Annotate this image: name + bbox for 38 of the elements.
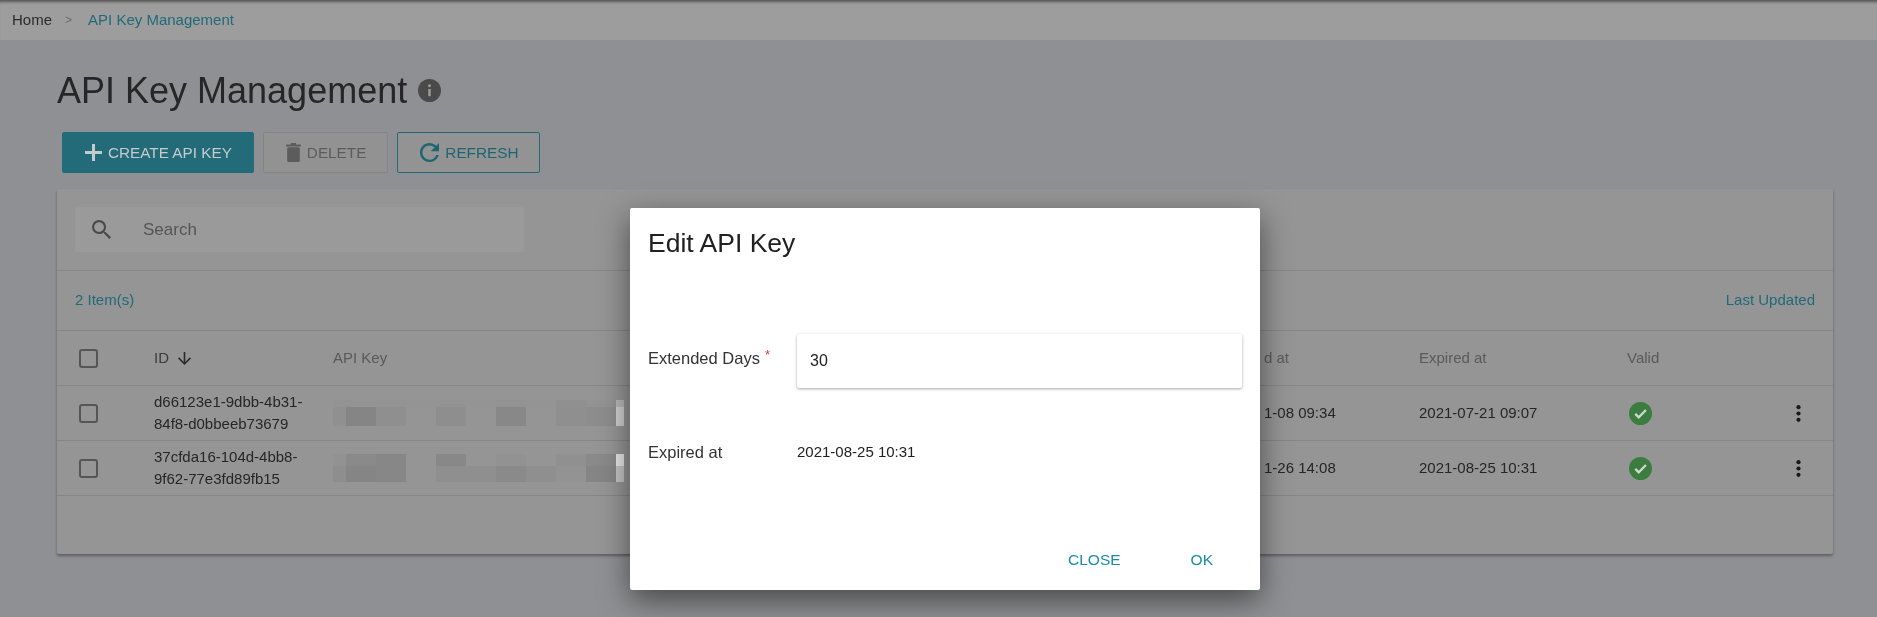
last-updated-link[interactable]: Last Updated	[1725, 289, 1815, 312]
row-checkbox[interactable]	[79, 458, 98, 478]
item-count: 2 Item(s)	[75, 290, 135, 311]
dialog-button[interactable]: CLOSE	[1052, 541, 1137, 579]
breadcrumb-separator: >	[65, 12, 73, 29]
row-checkbox[interactable]	[79, 403, 98, 423]
create-button[interactable]: CREATE API KEY	[62, 132, 254, 173]
expiry-date-text: 2021-08-25 10:31	[1419, 458, 1538, 476]
refresh-icon	[420, 143, 440, 162]
key-id-text: 37cfda16-104d-4bb8-9f62-77e3fd89fb15	[154, 447, 299, 489]
sort-arrow-icon[interactable]	[178, 351, 191, 365]
trash-icon	[285, 143, 301, 162]
three-dots-icon[interactable]	[1795, 404, 1801, 422]
field-label: Extended Days	[648, 349, 760, 367]
breadcrumb-current[interactable]: API Key Management	[88, 8, 234, 32]
page-title: API Key Management	[57, 69, 408, 112]
field-label: Expired at	[648, 443, 723, 461]
created-date-text: 1-08 09:34	[1264, 403, 1336, 421]
expiry-date-text: 2021-08-25 10:31	[797, 442, 916, 462]
required-mark: *	[764, 347, 770, 362]
expiry-date-text: 2021-07-21 09:07	[1419, 403, 1538, 421]
column-header[interactable]: API Key	[333, 346, 388, 370]
extended-days-input[interactable]: 30	[797, 334, 1242, 388]
column-header[interactable]: ID	[154, 346, 169, 370]
created-date-text: 1-26 14:08	[1264, 458, 1336, 476]
dialog-title: Edit API Key	[648, 227, 797, 259]
select-all-checkbox[interactable]	[79, 348, 98, 368]
info-icon[interactable]	[418, 79, 442, 102]
search-field[interactable]: Search	[75, 207, 524, 252]
three-dots-icon[interactable]	[1795, 459, 1801, 477]
dialog-button[interactable]: OK	[1174, 541, 1229, 579]
column-header[interactable]: Expired at	[1419, 346, 1487, 370]
plus-icon	[85, 144, 102, 161]
breadcrumb-link[interactable]: Home	[12, 8, 52, 32]
refresh-button[interactable]: REFRESH	[397, 132, 541, 173]
column-header[interactable]: Valid	[1627, 346, 1660, 370]
search-icon	[92, 220, 111, 239]
key-id-text: d66123e1-9dbb-4b31-84f8-d0bbeeb73679	[154, 392, 304, 434]
